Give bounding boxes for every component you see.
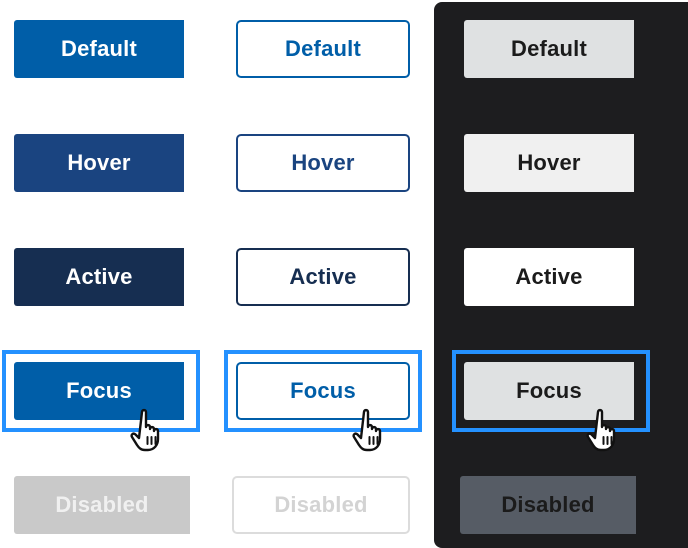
- primary-default-button[interactable]: Default: [14, 20, 184, 78]
- button-label: Hover: [517, 150, 581, 175]
- button-label: Disabled: [274, 492, 368, 517]
- inverse-active-button[interactable]: Active: [464, 248, 634, 306]
- button-label: Active: [515, 264, 583, 289]
- button-label: Default: [285, 36, 361, 61]
- outline-hover-button[interactable]: Hover: [236, 134, 410, 192]
- button-label: Focus: [516, 378, 582, 403]
- button-label: Focus: [290, 378, 356, 403]
- button-label: Active: [289, 264, 357, 289]
- button-label: Hover: [67, 150, 131, 175]
- button-label: Disabled: [501, 492, 595, 517]
- outline-active-button[interactable]: Active: [236, 248, 410, 306]
- primary-disabled-button: Disabled: [14, 476, 190, 534]
- primary-hover-button[interactable]: Hover: [14, 134, 184, 192]
- button-label: Active: [65, 264, 133, 289]
- button-label: Default: [61, 36, 137, 61]
- hand-pointer-icon: [130, 408, 170, 452]
- hand-pointer-icon: [352, 408, 392, 452]
- hand-pointer-icon: [586, 408, 626, 452]
- button-label: Focus: [66, 378, 132, 403]
- button-label: Default: [511, 36, 587, 61]
- outline-default-button[interactable]: Default: [236, 20, 410, 78]
- inverse-default-button[interactable]: Default: [464, 20, 634, 78]
- button-label: Hover: [291, 150, 355, 175]
- inverse-hover-button[interactable]: Hover: [464, 134, 634, 192]
- outline-disabled-button: Disabled: [232, 476, 410, 534]
- inverse-disabled-button: Disabled: [460, 476, 636, 534]
- primary-active-button[interactable]: Active: [14, 248, 184, 306]
- button-label: Disabled: [55, 492, 149, 517]
